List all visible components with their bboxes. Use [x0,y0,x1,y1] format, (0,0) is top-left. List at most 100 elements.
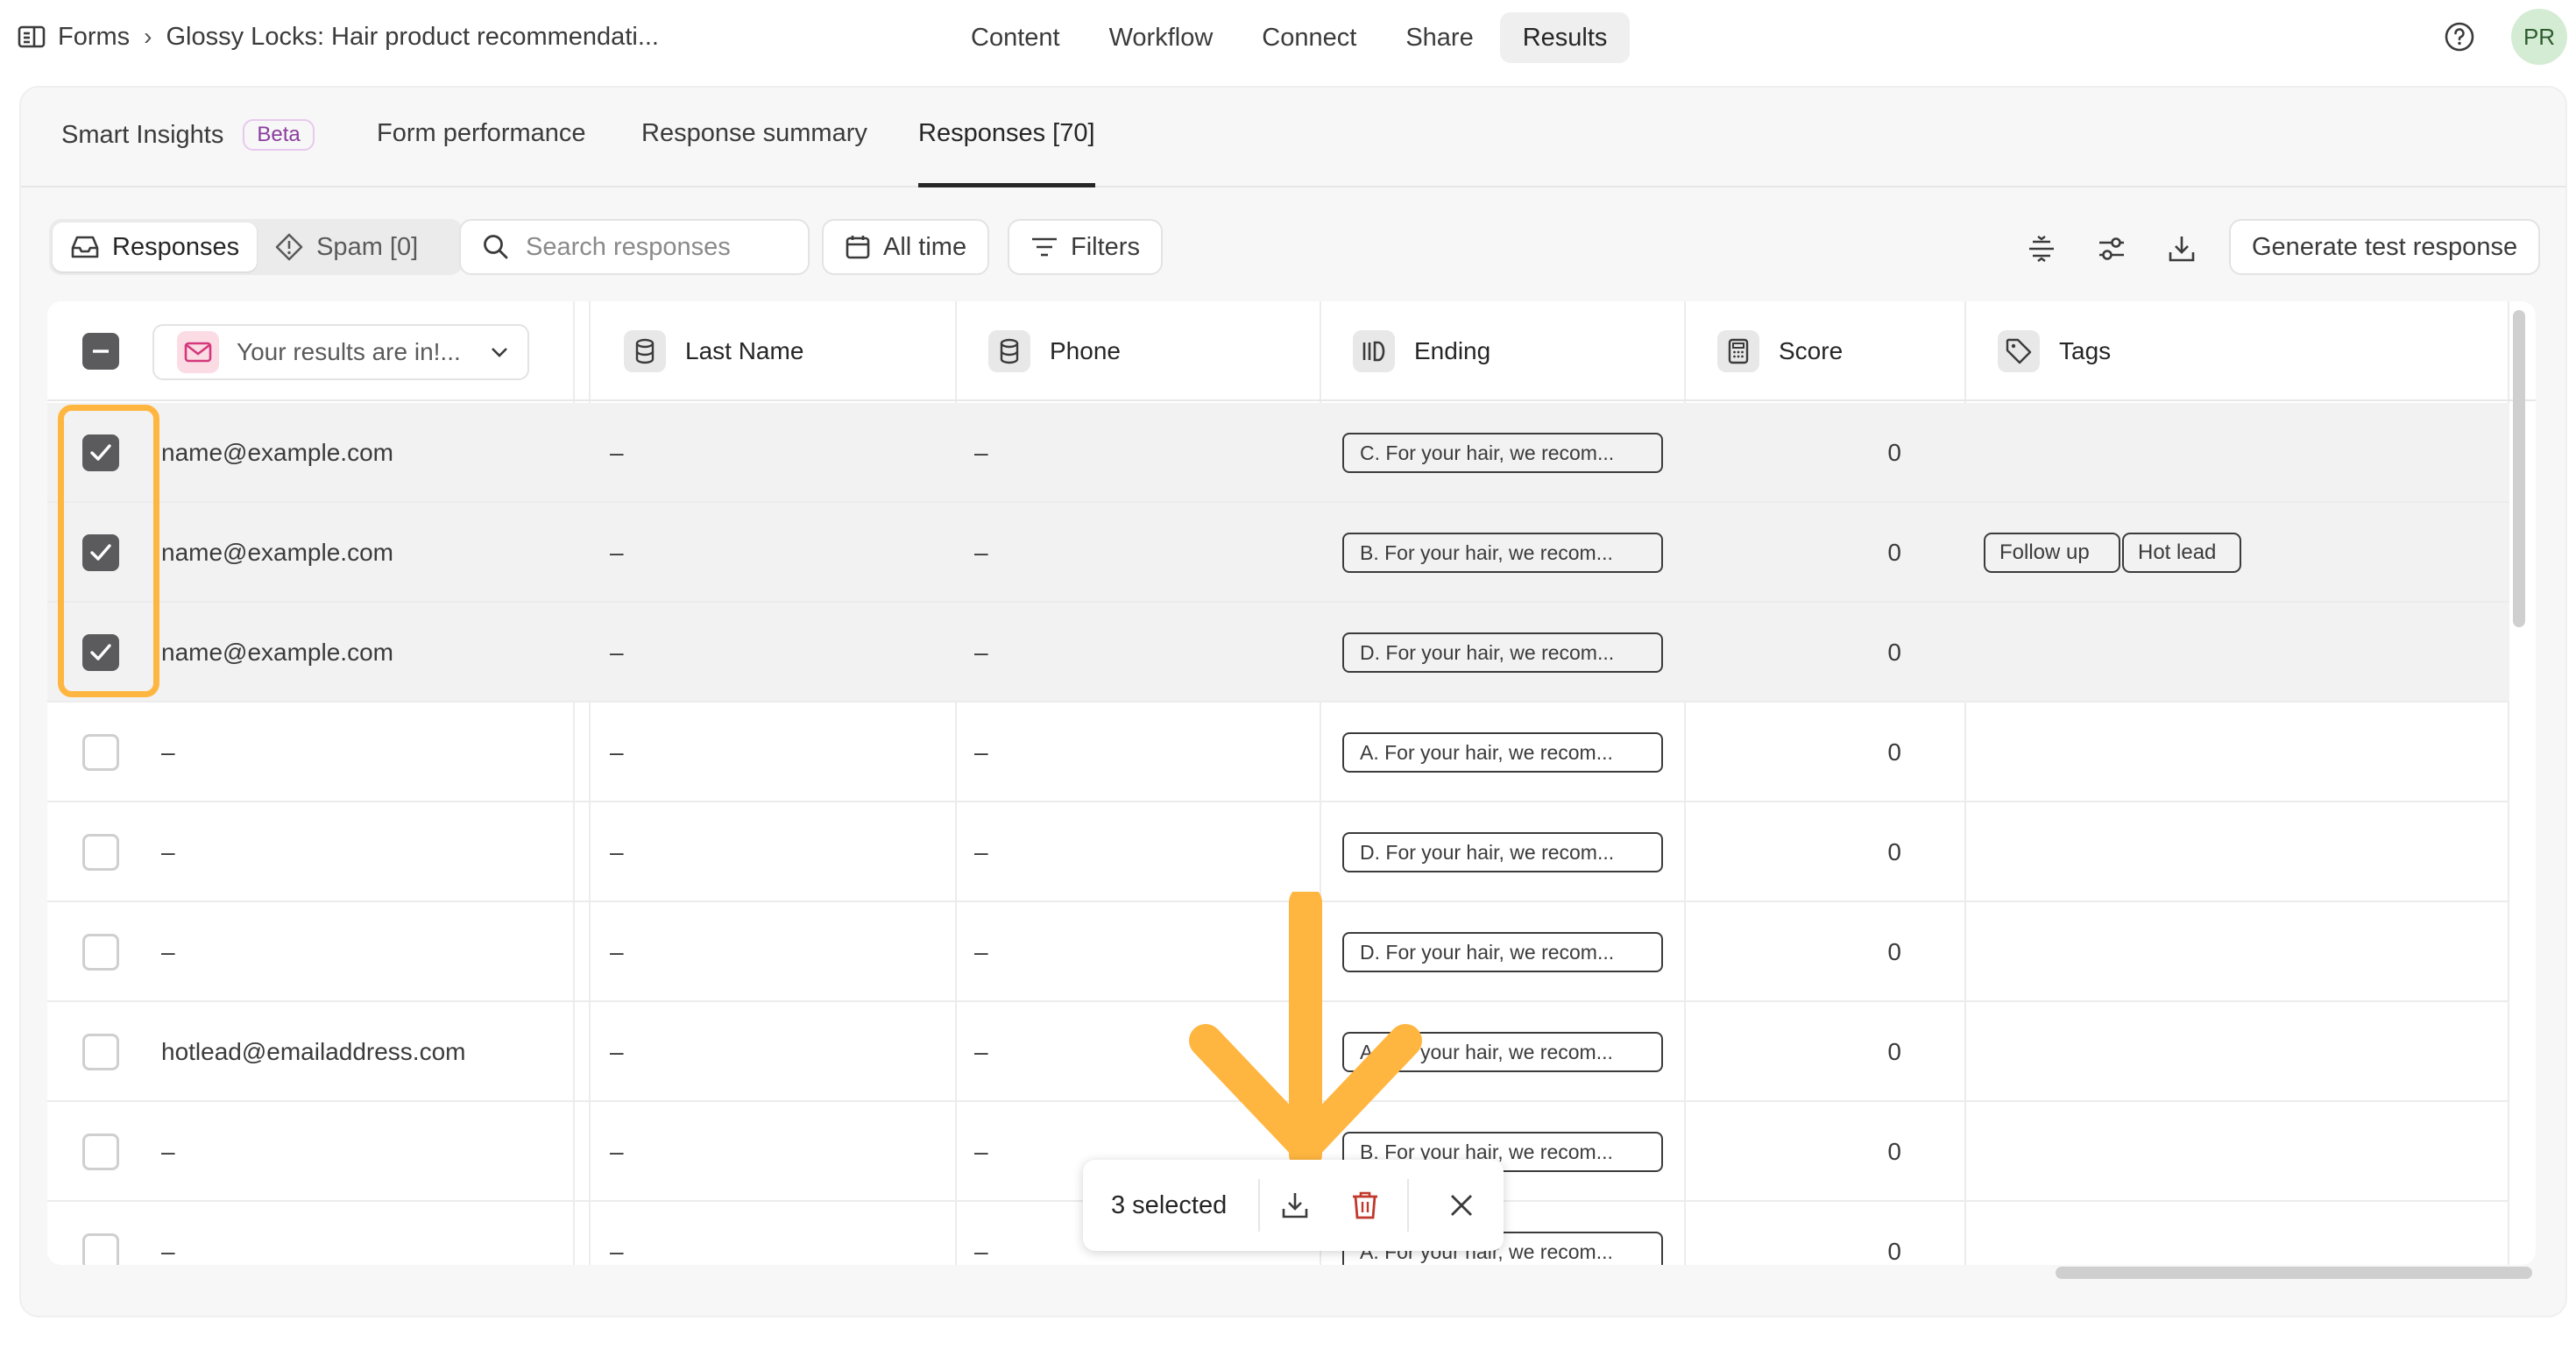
clear-selection-button[interactable] [1426,1160,1497,1251]
nav-results[interactable]: Results [1499,12,1631,63]
table-row[interactable]: – – – D. For your hair, we recom... 0 [47,802,2509,902]
cell-score: 0 [1887,639,1901,666]
row-checkbox[interactable] [82,1233,119,1265]
cell-score: 0 [1887,738,1901,766]
chevron-down-icon [492,348,507,357]
nav-connect[interactable]: Connect [1239,12,1379,63]
down-arrow-annotation [1189,892,1422,1171]
tab-response-summary[interactable]: Response summary [641,119,867,187]
generate-test-response-button[interactable]: Generate test response [2229,219,2541,275]
row-checkbox[interactable] [82,1034,119,1070]
cell-ending: A. For your hair, we recom... [1342,732,1663,773]
row-checkbox[interactable] [82,734,119,771]
cell-last-name: – [610,738,624,766]
cell-phone: – [974,938,988,965]
cell-phone: – [974,639,988,666]
chevron-right-icon: › [144,23,152,50]
cell-email: – [161,1138,175,1165]
download-icon [1282,1193,1308,1218]
column-score[interactable]: Score [1693,301,1843,401]
forms-icon[interactable] [18,24,47,50]
settings-sliders-icon[interactable] [2094,231,2129,266]
horizontal-scrollbar[interactable] [2056,1267,2532,1279]
results-tabs: Smart Insights Beta Form performance Resp… [21,88,2565,187]
cell-email: – [161,738,175,766]
breadcrumb-forms-link[interactable]: Forms [58,23,130,52]
responses-spam-toggle: Responses Spam [0] [49,219,463,275]
cell-last-name: – [610,639,624,666]
time-filter-label: All time [883,232,967,261]
calendar-icon [846,236,870,259]
ending-icon [1353,330,1395,372]
column-score-label: Score [1779,337,1844,364]
cell-phone: – [974,738,988,766]
selected-count: 3 selected [1111,1190,1228,1219]
avatar[interactable]: PR [2511,9,2567,65]
column-ending[interactable]: Ending [1328,301,1490,401]
responses-toggle-label: Responses [112,232,240,261]
cell-last-name: – [610,838,624,865]
cell-phone: – [974,1238,988,1265]
nav-content[interactable]: Content [948,12,1083,63]
trash-icon [1353,1191,1377,1219]
column-question-selector[interactable]: Your results are in!... [152,324,529,380]
download-selected-button[interactable] [1260,1160,1330,1251]
beta-badge: Beta [243,119,315,151]
column-phone[interactable]: Phone [964,301,1121,401]
spam-toggle-button[interactable]: Spam [0] [257,222,435,272]
search-input[interactable]: Search responses [459,219,810,275]
cell-email: – [161,1238,175,1265]
nav-share[interactable]: Share [1383,12,1496,63]
cell-ending: D. For your hair, we recom... [1342,632,1663,673]
table-row[interactable]: name@example.com – – D. For your hair, we r… [47,603,2509,703]
spam-toggle-label: Spam [0] [316,232,419,261]
cell-phone: – [974,1038,988,1065]
cell-score: 0 [1887,539,1901,566]
row-checkbox[interactable] [82,834,119,871]
tab-form-performance[interactable]: Form performance [377,119,586,187]
cell-email: – [161,938,175,965]
responses-toolbar: Responses Spam [0] Search responses All … [21,187,2565,300]
cell-phone: – [974,439,988,466]
filters-button[interactable]: Filters [1008,219,1163,275]
cell-score: 0 [1887,1238,1901,1265]
column-question-label: Your results are in!... [237,338,461,365]
cell-score: 0 [1887,439,1901,466]
cell-last-name: – [610,1238,624,1265]
top-bar: Forms › Glossy Locks: Hair product recom… [0,0,2576,74]
filter-icon [1032,237,1057,257]
table-row[interactable]: – – – A. For your hair, we recom... 0 [47,703,2509,802]
tab-smart-insights[interactable]: Smart Insights Beta [61,119,315,187]
breadcrumb-form-title[interactable]: Glossy Locks: Hair product recommendati.… [166,23,659,52]
filters-label: Filters [1071,232,1140,261]
cell-last-name: – [610,439,624,466]
email-icon [177,331,219,373]
column-last-name[interactable]: Last Name [599,301,803,401]
cell-last-name: – [610,1138,624,1165]
row-checkbox[interactable] [82,934,119,971]
row-checkbox[interactable] [82,1134,119,1170]
vertical-scrollbar[interactable] [2513,310,2525,627]
select-all-checkbox[interactable] [82,333,119,370]
table-row[interactable]: name@example.com – – C. For your hair, we r… [47,403,2509,503]
delete-selected-button[interactable] [1330,1160,1400,1251]
help-icon[interactable] [2442,19,2477,54]
column-tags-label: Tags [2059,337,2112,364]
database-icon [624,330,666,372]
column-tags[interactable]: Tags [1973,301,2111,401]
column-last-name-label: Last Name [685,337,804,364]
time-filter-button[interactable]: All time [822,219,990,275]
download-icon[interactable] [2164,231,2199,266]
cell-phone: – [974,539,988,566]
tag-icon [1998,330,2040,372]
cell-email: name@example.com [161,539,393,566]
table-row[interactable]: name@example.com – – B. For your hair, we r… [47,503,2509,603]
cell-phone: – [974,1138,988,1165]
responses-toggle-button[interactable]: Responses [53,222,258,272]
cell-last-name: – [610,539,624,566]
tag-badge: Hot lead [2122,533,2241,573]
tab-responses[interactable]: Responses [70] [918,119,1095,187]
nav-workflow[interactable]: Workflow [1086,12,1236,63]
row-height-icon[interactable] [2024,231,2059,266]
tag-badge: Follow up [1984,533,2120,573]
